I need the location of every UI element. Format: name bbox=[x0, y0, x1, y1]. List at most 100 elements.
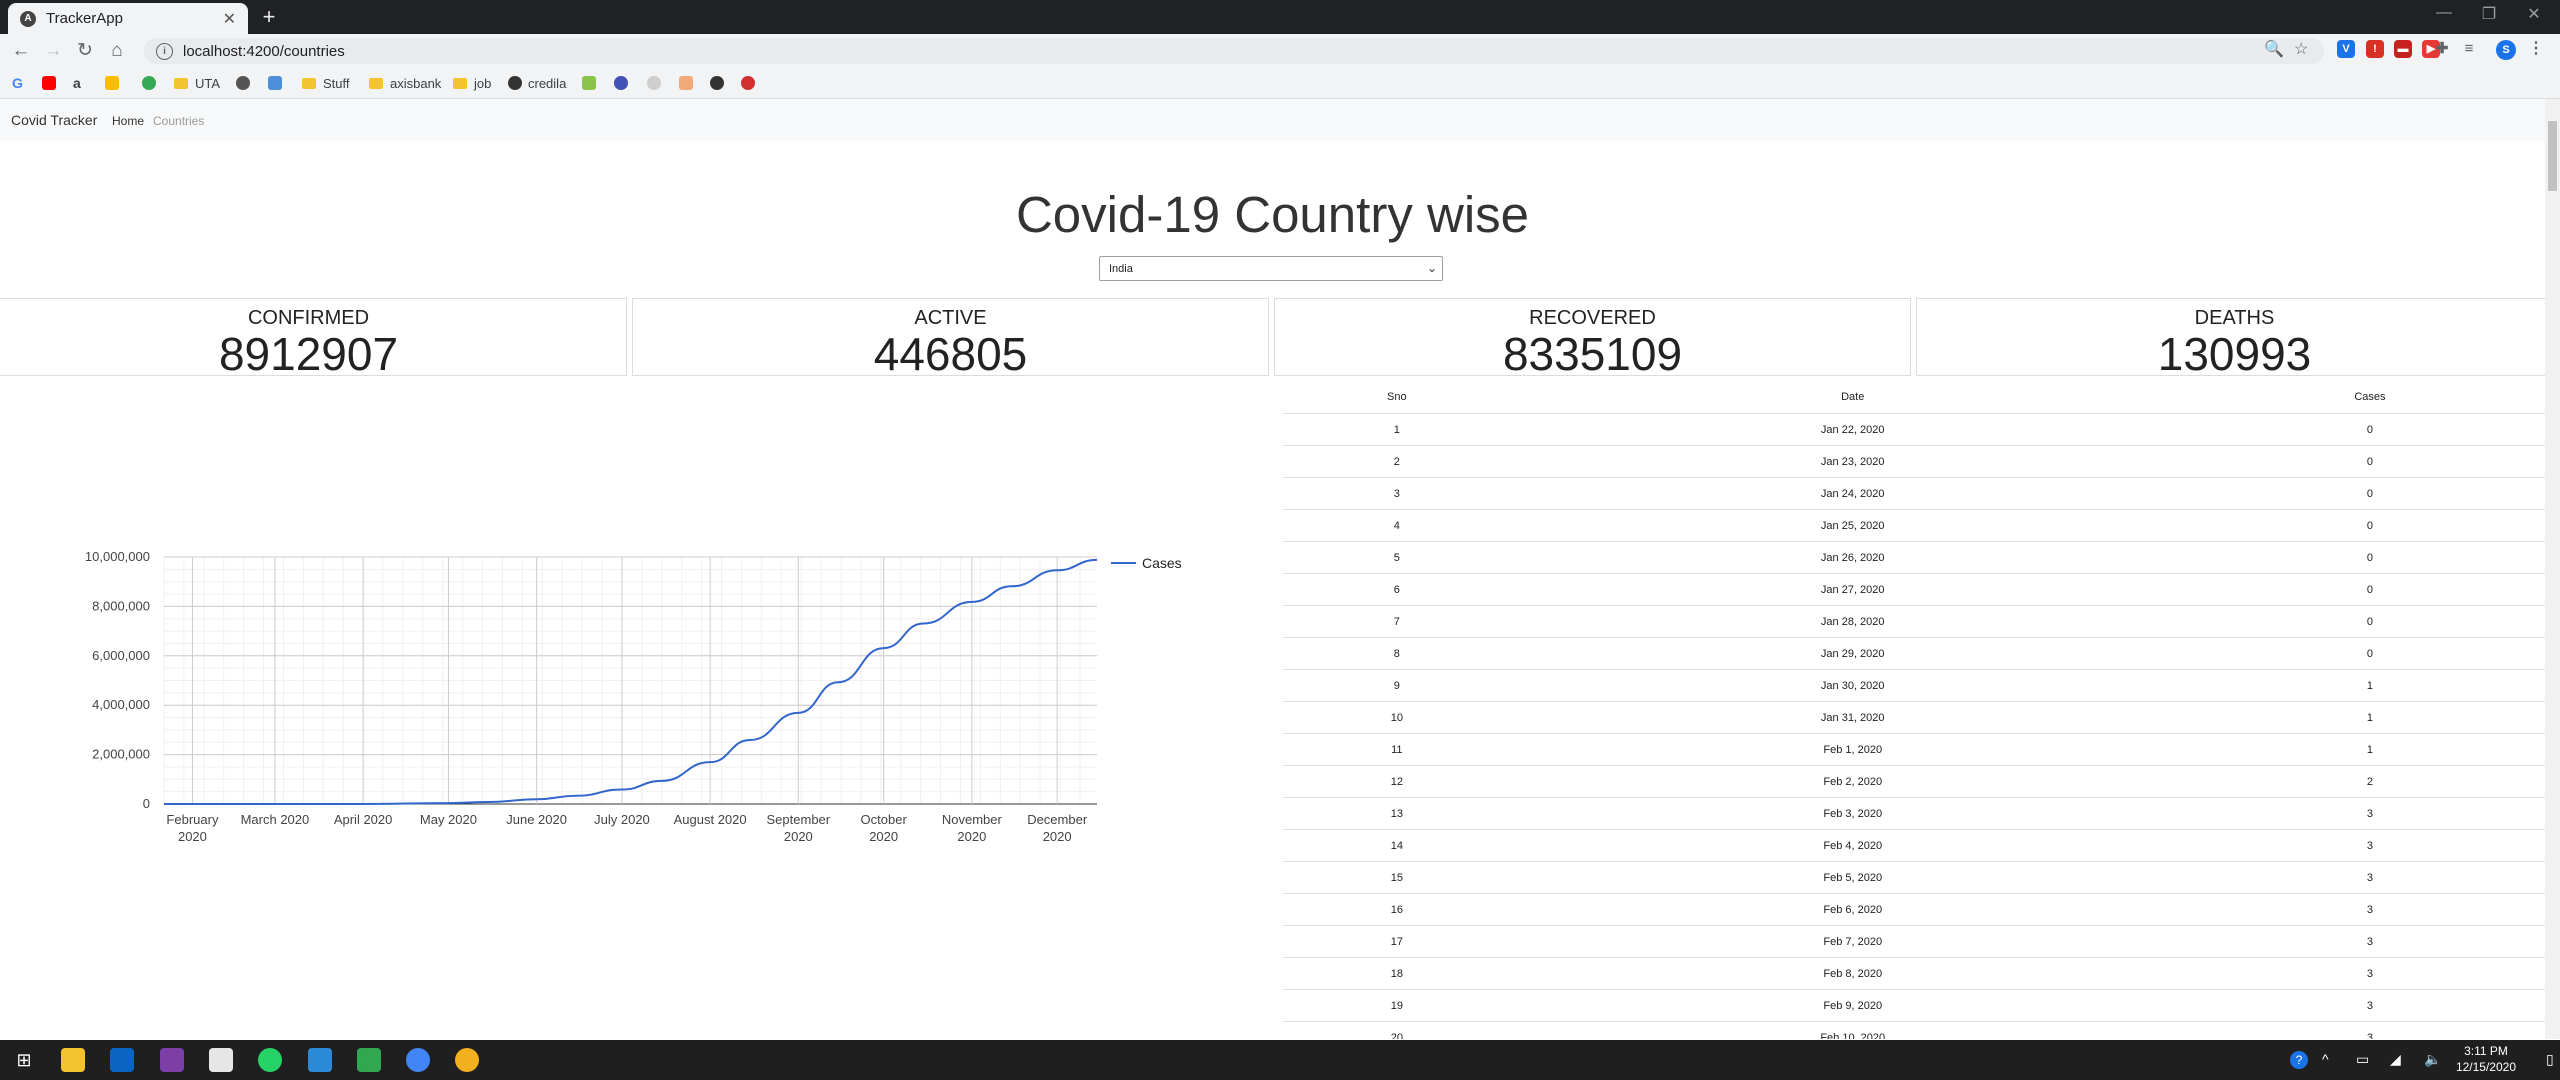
table-cell-cases: 0 bbox=[2194, 445, 2545, 478]
chrome-menu-icon[interactable]: ⋮ bbox=[2527, 40, 2545, 58]
bookmark-blue-icon[interactable] bbox=[614, 74, 634, 92]
bookmark-pinwheel-icon[interactable] bbox=[105, 74, 125, 92]
table-cell-sno: 20 bbox=[1283, 1021, 1511, 1039]
y-tick-label: 6,000,000 bbox=[92, 648, 150, 663]
extensions-puzzle-icon[interactable]: ✚ bbox=[2433, 40, 2451, 58]
extension-grid-icon[interactable]: ▬ bbox=[2394, 40, 2412, 58]
close-tab-icon[interactable]: ✕ bbox=[223, 9, 236, 29]
bookmark-gear-icon[interactable] bbox=[647, 74, 667, 92]
outlook-icon[interactable] bbox=[110, 1048, 134, 1072]
windows-start-icon[interactable]: ⊞ bbox=[12, 1048, 36, 1072]
bookmark-google-icon[interactable]: G bbox=[12, 74, 23, 92]
bookmark-globe-icon[interactable] bbox=[710, 74, 730, 92]
table-row: 20 Feb 10, 2020 3 bbox=[1283, 1021, 2545, 1039]
yellow-app-icon[interactable] bbox=[455, 1048, 479, 1072]
onenote-icon[interactable] bbox=[160, 1048, 184, 1072]
bookmark-youtube-icon[interactable] bbox=[42, 74, 62, 92]
forward-icon[interactable]: → bbox=[41, 39, 65, 63]
bookmark-job[interactable]: job bbox=[453, 74, 491, 92]
table-cell-date: Feb 10, 2020 bbox=[1510, 1021, 2195, 1039]
column-header-sno: Sno bbox=[1283, 381, 1511, 414]
vscode-insiders-icon[interactable] bbox=[357, 1048, 381, 1072]
taskbar-clock[interactable]: 3:11 PM 12/15/2020 bbox=[2456, 1043, 2516, 1075]
restore-window-icon[interactable]: ❐ bbox=[2469, 4, 2509, 24]
table-cell-cases: 0 bbox=[2194, 573, 2545, 606]
x-tick-label: 2020 bbox=[784, 829, 813, 844]
home-icon[interactable]: ⌂ bbox=[105, 39, 129, 63]
table-cell-date: Feb 9, 2020 bbox=[1510, 989, 2195, 1022]
table-cell-date: Jan 26, 2020 bbox=[1510, 541, 2195, 574]
wifi-icon[interactable]: ◢ bbox=[2390, 1051, 2401, 1068]
browser-tab[interactable]: A TrackerApp ✕ bbox=[8, 3, 248, 34]
navbar-brand[interactable]: Covid Tracker bbox=[11, 112, 97, 128]
table-cell-sno: 4 bbox=[1283, 509, 1511, 542]
table-cell-sno: 7 bbox=[1283, 605, 1511, 638]
help-icon[interactable]: ? bbox=[2290, 1051, 2308, 1069]
globe-icon bbox=[508, 76, 522, 90]
file-explorer-icon[interactable] bbox=[61, 1048, 85, 1072]
table-cell-sno: 19 bbox=[1283, 989, 1511, 1022]
table-row: 15 Feb 5, 2020 3 bbox=[1283, 861, 2545, 894]
windows-taskbar: ⊞ ? ^ ▭ ◢ 🔈 3:11 PM 12/15/2020 ▯ bbox=[0, 1040, 2560, 1080]
table-row: 19 Feb 9, 2020 3 bbox=[1283, 989, 2545, 1022]
bookmark-ft-icon[interactable] bbox=[679, 74, 699, 92]
angular-favicon-icon: A bbox=[20, 10, 36, 27]
bookmark-stuff[interactable]: Stuff bbox=[302, 74, 350, 92]
table-cell-sno: 8 bbox=[1283, 637, 1511, 670]
table-cell-date: Jan 24, 2020 bbox=[1510, 477, 2195, 510]
bookmark-green-icon[interactable] bbox=[582, 74, 602, 92]
bookmark-red-icon[interactable] bbox=[741, 74, 761, 92]
table-row: 8 Jan 29, 2020 0 bbox=[1283, 637, 2545, 670]
profile-avatar[interactable]: S bbox=[2496, 40, 2516, 60]
bookmark-credila[interactable]: credila bbox=[508, 74, 566, 92]
notifications-icon[interactable]: ▯ bbox=[2546, 1051, 2554, 1068]
table-cell-date: Feb 3, 2020 bbox=[1510, 797, 2195, 830]
chrome-icon[interactable] bbox=[406, 1048, 430, 1072]
notion-icon[interactable] bbox=[209, 1048, 233, 1072]
new-tab-button[interactable]: + bbox=[256, 5, 282, 31]
extension-v-icon[interactable]: V bbox=[2337, 40, 2355, 58]
bookmark-apple-icon[interactable] bbox=[236, 74, 256, 92]
tray-chevron-icon[interactable]: ^ bbox=[2322, 1051, 2329, 1067]
page-scrollbar[interactable] bbox=[2545, 99, 2560, 1039]
country-select[interactable]: India ⌄ bbox=[1099, 256, 1443, 281]
volume-icon[interactable]: 🔈 bbox=[2424, 1051, 2441, 1068]
bookmark-uta[interactable]: UTA bbox=[174, 74, 220, 92]
folder-icon bbox=[302, 77, 316, 89]
close-window-icon[interactable]: ✕ bbox=[2514, 4, 2554, 24]
y-tick-label: 2,000,000 bbox=[92, 747, 150, 762]
extension-adblock-icon[interactable]: ! bbox=[2366, 40, 2384, 58]
bookmark-axisbank[interactable]: axisbank bbox=[369, 74, 441, 92]
back-icon[interactable]: ← bbox=[9, 39, 33, 63]
battery-icon[interactable]: ▭ bbox=[2356, 1051, 2369, 1068]
site-info-icon[interactable]: i bbox=[156, 42, 173, 60]
x-tick-label: 2020 bbox=[869, 829, 898, 844]
x-tick-label: December bbox=[1027, 812, 1088, 827]
bookmark-amazon-icon[interactable]: a bbox=[73, 74, 81, 92]
bookmark-page-icon[interactable] bbox=[268, 74, 288, 92]
scrollbar-thumb[interactable] bbox=[2548, 121, 2557, 191]
y-tick-label: 4,000,000 bbox=[92, 697, 150, 712]
address-bar[interactable]: i localhost:4200/countries bbox=[144, 38, 2324, 64]
table-cell-cases: 3 bbox=[2194, 797, 2545, 830]
nav-link-countries[interactable]: Countries bbox=[153, 114, 204, 128]
zoom-icon[interactable]: 🔍 bbox=[2264, 39, 2284, 59]
table-cell-sno: 2 bbox=[1283, 445, 1511, 478]
table-cell-cases: 0 bbox=[2194, 509, 2545, 542]
app-navbar: Covid Tracker Home Countries bbox=[0, 99, 2545, 141]
bookmark-maps-icon[interactable] bbox=[142, 74, 162, 92]
minimize-window-icon[interactable]: — bbox=[2424, 4, 2464, 22]
table-cell-date: Feb 1, 2020 bbox=[1510, 733, 2195, 766]
vscode-icon[interactable] bbox=[308, 1048, 332, 1072]
reload-icon[interactable]: ↻ bbox=[73, 39, 97, 63]
table-cell-date: Feb 4, 2020 bbox=[1510, 829, 2195, 862]
table-row: 7 Jan 28, 2020 0 bbox=[1283, 605, 2545, 638]
x-tick-label: May 2020 bbox=[420, 812, 477, 827]
nav-link-home[interactable]: Home bbox=[112, 114, 144, 128]
bookmark-star-icon[interactable]: ☆ bbox=[2294, 39, 2308, 59]
clock-date: 12/15/2020 bbox=[2455, 1060, 2516, 1074]
media-queue-icon[interactable]: ≡ bbox=[2460, 40, 2478, 58]
table-header-row: Sno Date Cases bbox=[1283, 381, 2545, 414]
whatsapp-icon[interactable] bbox=[258, 1048, 282, 1072]
table-cell-cases: 0 bbox=[2194, 605, 2545, 638]
